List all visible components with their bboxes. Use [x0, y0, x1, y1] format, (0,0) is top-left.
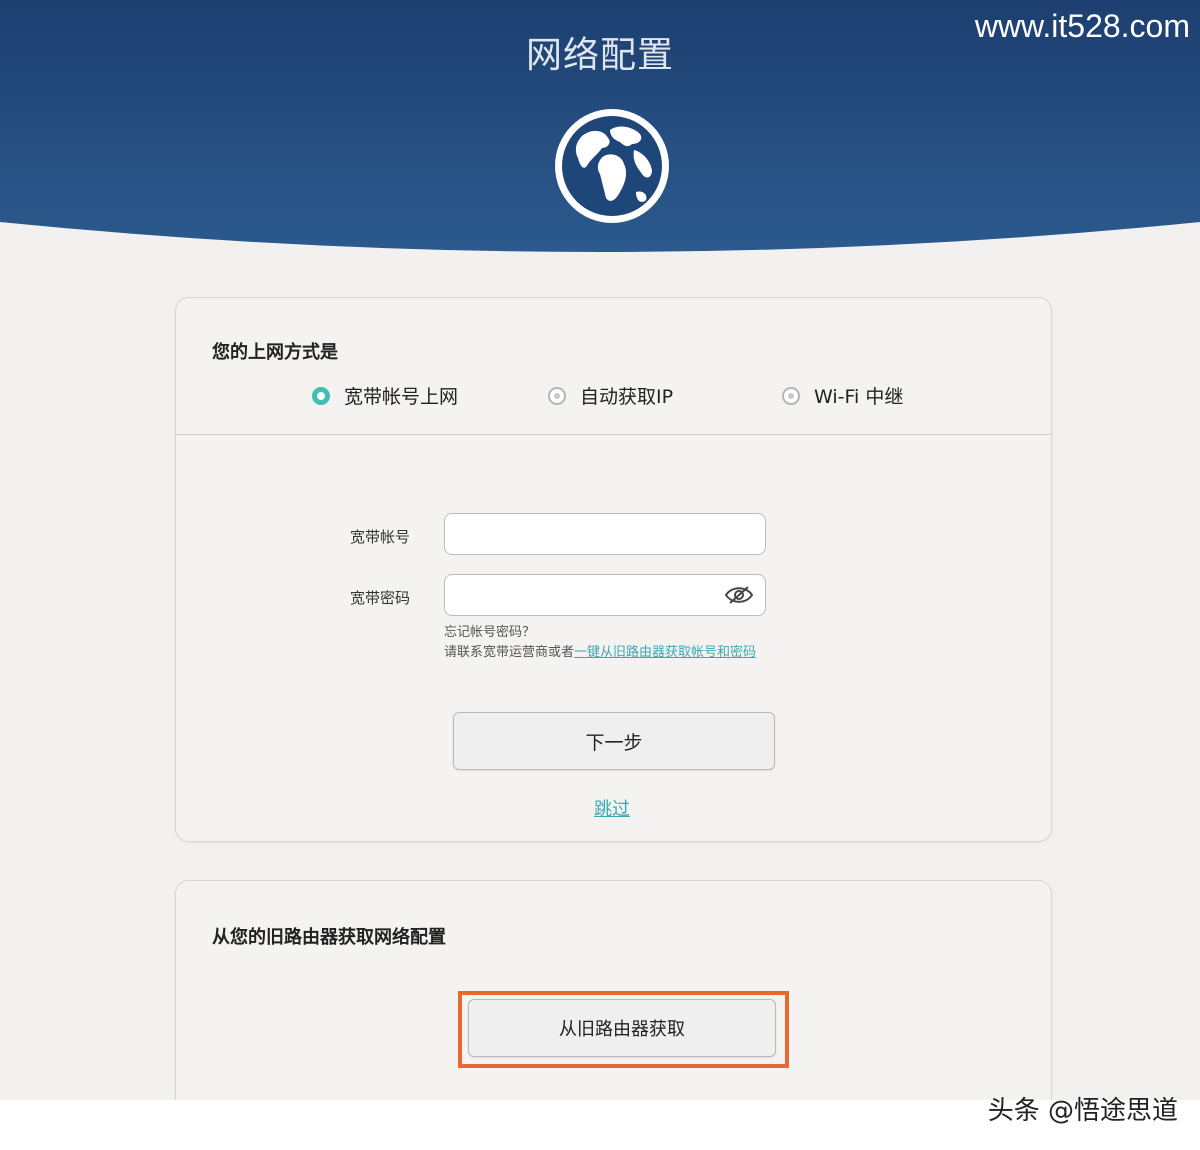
- connection-heading: 您的上网方式是: [212, 342, 338, 363]
- radio-label-broadband: 宽带帐号上网: [344, 386, 459, 408]
- radio-unselected-icon[interactable]: [782, 386, 800, 405]
- forgot-hint-line1: 忘记帐号密码？: [444, 625, 536, 640]
- legacy-router-card: 从您的旧路由器获取网络配置 从旧路由器获取: [175, 880, 1052, 1106]
- skip-link[interactable]: 跳过: [594, 795, 630, 821]
- eye-hidden-icon[interactable]: [724, 584, 754, 606]
- radio-option-wifi-relay[interactable]: Wi-Fi 中继: [782, 382, 903, 409]
- radio-selected-icon[interactable]: [312, 386, 330, 405]
- site-watermark: www.it528.com: [974, 8, 1190, 44]
- forgot-hint: 忘记帐号密码？ 请联系宽带运营商或者一键从旧路由器获取帐号和密码: [444, 623, 756, 663]
- radio-option-broadband[interactable]: 宽带帐号上网: [312, 382, 458, 409]
- radio-unselected-icon[interactable]: [548, 386, 566, 405]
- section-divider: [176, 434, 1051, 435]
- footer-watermark: 头条 @悟途思道: [987, 1096, 1178, 1126]
- next-button[interactable]: 下一步: [453, 712, 775, 770]
- import-from-old-router-button[interactable]: 从旧路由器获取: [468, 999, 776, 1057]
- legacy-heading: 从您的旧路由器获取网络配置: [212, 927, 446, 948]
- account-input[interactable]: [444, 513, 766, 555]
- password-input[interactable]: [444, 574, 766, 616]
- radio-label-auto-ip: 自动获取IP: [580, 386, 674, 408]
- header-banner: 网络配置 www.it528.com: [0, 0, 1200, 260]
- globe-icon: [555, 109, 669, 223]
- retrieve-credentials-link[interactable]: 一键从旧路由器获取帐号和密码: [574, 645, 756, 660]
- password-label: 宽带密码: [350, 589, 411, 607]
- forgot-hint-line2: 请联系宽带运营商或者一键从旧路由器获取帐号和密码: [444, 643, 756, 663]
- account-label: 宽带帐号: [350, 528, 411, 546]
- radio-label-wifi-relay: Wi-Fi 中继: [814, 386, 904, 408]
- radio-option-auto-ip[interactable]: 自动获取IP: [548, 382, 673, 409]
- forgot-hint-prefix: 请联系宽带运营商或者: [444, 645, 575, 660]
- connection-card: 您的上网方式是 宽带帐号上网 自动获取IP Wi-Fi 中继 宽带帐号 宽带密码…: [175, 297, 1052, 842]
